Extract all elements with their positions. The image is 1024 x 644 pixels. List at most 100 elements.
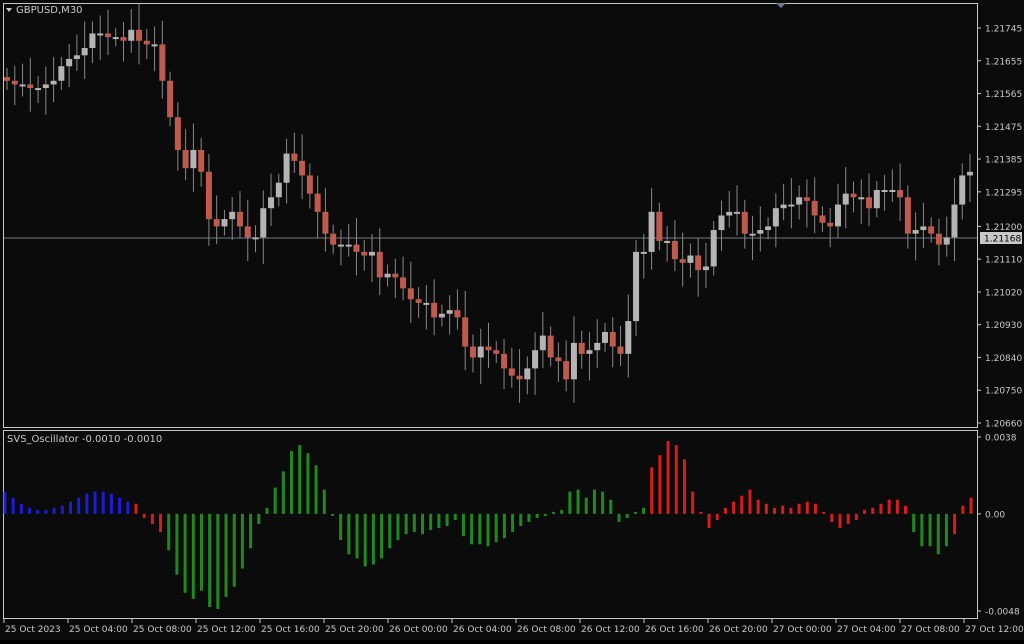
candle-body [951, 204, 958, 238]
oscillator-bar [298, 445, 302, 514]
time-tick-label: 26 Oct 00:00 [389, 625, 448, 635]
candle-body [710, 230, 717, 267]
candle-body [431, 302, 438, 318]
time-tick-label: 27 Oct 12:00 [965, 625, 1024, 635]
candle-body [477, 346, 484, 358]
candle-body [306, 175, 313, 194]
candle-body [438, 313, 445, 318]
time-tick-label: 27 Oct 00:00 [773, 625, 832, 635]
oscillator-bar [682, 459, 686, 514]
oscillator-bar [339, 513, 343, 541]
oscillator-tick-label: 0.00 [985, 510, 1005, 520]
oscillator-bar [944, 513, 948, 547]
indicator-label: SVS_Oscillator -0.0010 -0.0010 [7, 434, 162, 445]
oscillator-bar [642, 507, 646, 514]
candle-body [182, 149, 189, 169]
candle-body [819, 215, 826, 223]
oscillator-bar [412, 513, 416, 533]
oscillator-bar [723, 507, 727, 514]
oscillator-bar [633, 511, 637, 514]
candle-body [718, 215, 725, 231]
oscillator-bar [109, 493, 113, 514]
oscillator-bar [3, 491, 7, 514]
candle-body [361, 251, 368, 256]
candle-body [959, 175, 966, 205]
candle-body [842, 193, 849, 205]
candle-body [850, 193, 857, 198]
oscillator-bar [453, 513, 457, 520]
oscillator-bar [159, 513, 163, 533]
candle-body [462, 317, 469, 347]
candle-body [260, 208, 267, 238]
candle-body [299, 160, 306, 176]
candle-body [866, 197, 873, 209]
price-tick-label: 1.21745 [985, 25, 1022, 35]
time-tick-label: 26 Oct 08:00 [517, 625, 576, 635]
oscillator-bar [273, 487, 277, 514]
candle-body [920, 226, 927, 231]
candle-body [757, 230, 764, 234]
candle-body [734, 211, 741, 214]
oscillator-bar [666, 441, 670, 514]
time-tick-label: 26 Oct 12:00 [581, 625, 640, 635]
oscillator-bar [314, 465, 318, 514]
candle-body [687, 255, 694, 263]
oscillator-bar [380, 513, 384, 559]
candle-body [244, 226, 251, 238]
price-tick-label: 1.21110 [985, 256, 1022, 266]
candle-body [322, 211, 329, 234]
price-tick-label: 1.21200 [985, 223, 1022, 233]
oscillator-bar [691, 491, 695, 514]
oscillator-bar [568, 491, 572, 514]
oscillator-bar [846, 513, 850, 524]
oscillator-bar [470, 513, 474, 545]
oscillator-bar [813, 503, 817, 514]
oscillator-bar [68, 501, 72, 514]
oscillator-bar [920, 513, 924, 547]
candle-body [749, 233, 756, 236]
candle-body [524, 368, 531, 380]
time-tick-label: 25 Oct 2023 [5, 625, 61, 635]
time-tick-label: 25 Oct 04:00 [69, 625, 128, 635]
oscillator-bar [421, 513, 425, 535]
candle-body [314, 193, 321, 212]
oscillator-bar [216, 513, 220, 609]
candle-body [174, 117, 181, 150]
oscillator-bar [19, 503, 23, 514]
oscillator-bar [85, 493, 89, 514]
oscillator-bar [322, 489, 326, 514]
candle-body [726, 211, 733, 216]
oscillator-bar [961, 505, 965, 514]
candle-body [702, 266, 709, 271]
candle-body [741, 211, 748, 234]
dropdown-triangle-icon[interactable] [6, 8, 12, 12]
oscillator-bar [142, 513, 146, 518]
oscillator-bar [625, 513, 629, 518]
chart-canvas[interactable]: 0.0038 0.00 -0.0048 1.21745 1.21655 1.21565 1… [0, 0, 1024, 640]
oscillator-bar [830, 513, 834, 522]
candle-body [151, 44, 158, 47]
candle-body [283, 153, 290, 183]
oscillator-bar [854, 513, 858, 520]
candle-body [392, 273, 399, 278]
candle-body [858, 197, 865, 200]
candle-body [594, 342, 601, 351]
oscillator-bar [748, 489, 752, 514]
price-tick-label: 1.21020 [985, 288, 1022, 298]
candle-body [89, 33, 96, 49]
oscillator-bar [281, 471, 285, 514]
candle-body [803, 197, 810, 201]
candle-body [586, 350, 593, 354]
oscillator-bar [895, 499, 899, 514]
oscillator-bar [134, 503, 138, 514]
oscillator-bar [306, 453, 310, 514]
candle-body [563, 361, 570, 380]
oscillator-tick-label: -0.0048 [985, 608, 1020, 618]
candle-body [633, 251, 640, 322]
oscillator-bar [60, 505, 64, 514]
candle-body [58, 66, 65, 81]
oscillator-bar [101, 491, 105, 514]
candle-body [236, 211, 243, 227]
time-tick-label: 25 Oct 12:00 [197, 625, 256, 635]
candle-body [578, 342, 585, 354]
